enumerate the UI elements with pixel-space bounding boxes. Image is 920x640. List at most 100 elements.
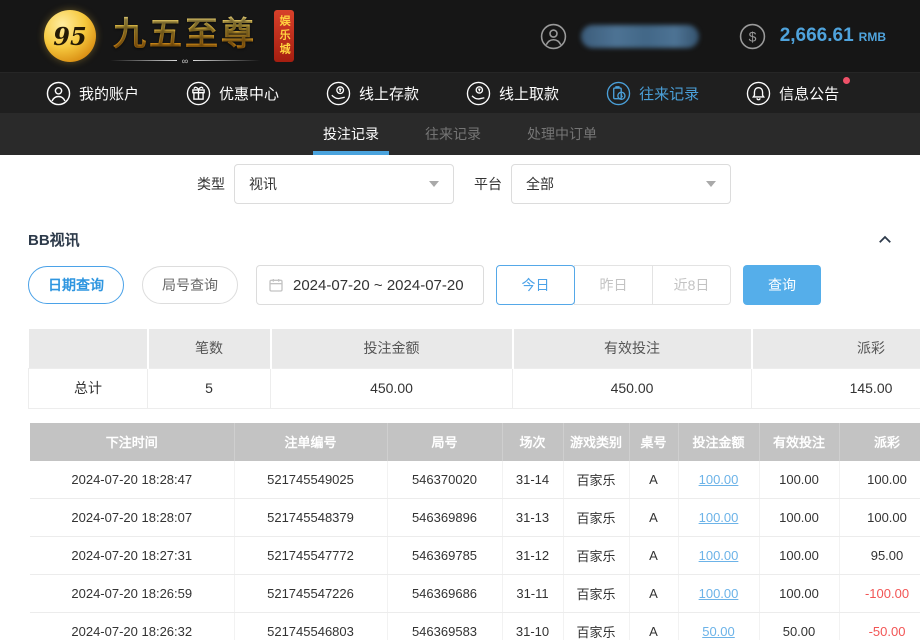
cell-session: 31-14	[502, 461, 563, 499]
chevron-down-icon	[706, 181, 716, 187]
cell-round_id: 546369686	[387, 575, 502, 613]
header-round-id: 局号	[387, 423, 502, 461]
cell-table: A	[629, 613, 678, 640]
nav-label: 往来记录	[639, 83, 699, 104]
nav-item-my-account[interactable]: 我的账户	[46, 81, 139, 106]
cell-valid: 100.00	[759, 499, 839, 537]
summary-header-bet-amount: 投注金额	[271, 329, 513, 368]
summary-header-row: 笔数 投注金额 有效投注 派彩	[29, 329, 920, 368]
balance-dollar-icon: $	[739, 23, 766, 50]
brand-block: 九五至尊 ∞	[105, 7, 265, 66]
nav-item-promotions[interactable]: 优惠中心	[186, 81, 279, 106]
deposit-icon	[326, 81, 351, 106]
balance-display[interactable]: 2,666.61 RMB	[780, 25, 886, 47]
cell-game: 百家乐	[563, 461, 629, 499]
records-icon	[606, 81, 631, 106]
header-bet-amount: 投注金额	[678, 423, 759, 461]
header-order-id: 注单编号	[234, 423, 387, 461]
nav-item-withdraw[interactable]: 线上取款	[466, 81, 559, 106]
header-payout: 派彩	[839, 423, 920, 461]
cell-valid: 100.00	[759, 461, 839, 499]
summary-header-count: 笔数	[148, 329, 271, 368]
cell-time: 2024-07-20 18:26:32	[30, 613, 234, 640]
bet-amount-link[interactable]: 100.00	[699, 472, 739, 487]
cell-session: 31-13	[502, 499, 563, 537]
tab-bet-records[interactable]: 投注记录	[320, 113, 382, 155]
cell-bet: 100.00	[678, 575, 759, 613]
cell-round_id: 546369896	[387, 499, 502, 537]
user-avatar-icon	[540, 23, 567, 50]
cell-round_id: 546369583	[387, 613, 502, 640]
platform-select[interactable]: 全部	[511, 164, 731, 204]
balance-currency: RMB	[859, 30, 886, 44]
balance-amount: 2,666.61	[780, 25, 854, 47]
header-session: 场次	[502, 423, 563, 461]
username-redacted[interactable]	[581, 25, 699, 48]
cell-time: 2024-07-20 18:28:07	[30, 499, 234, 537]
cell-round_id: 546369785	[387, 537, 502, 575]
tab-transaction-records[interactable]: 往来记录	[422, 113, 484, 155]
table-row: 2024-07-20 18:28:07521745548379546369896…	[30, 499, 920, 537]
cell-bet: 50.00	[678, 613, 759, 640]
cell-time: 2024-07-20 18:27:31	[30, 537, 234, 575]
bet-amount-link[interactable]: 100.00	[699, 548, 739, 563]
platform-select-value: 全部	[526, 174, 554, 194]
chevron-up-icon[interactable]	[876, 231, 894, 249]
cell-game: 百家乐	[563, 575, 629, 613]
cell-round_id: 546370020	[387, 461, 502, 499]
quick-yesterday-button[interactable]: 昨日	[574, 265, 653, 305]
summary-table: 笔数 投注金额 有效投注 派彩 总计 5 450.00 450.00 145.0…	[28, 329, 920, 409]
bet-amount-link[interactable]: 100.00	[699, 586, 739, 601]
query-bar: 日期查询 局号查询 2024-07-20 ~ 2024-07-20 今日 昨日 …	[28, 265, 920, 305]
flourish-ornament-icon: ∞	[105, 56, 265, 66]
notification-dot	[843, 77, 850, 84]
section-title: BB视讯	[28, 229, 80, 250]
quick-today-button[interactable]: 今日	[496, 265, 575, 305]
cell-payout: 100.00	[839, 461, 920, 499]
svg-text:$: $	[748, 28, 756, 44]
user-info-area: $ 2,666.61 RMB	[540, 23, 886, 50]
nav-item-transaction-records[interactable]: 往来记录	[606, 81, 699, 106]
tab-label: 往来记录	[425, 124, 481, 144]
cell-table: A	[629, 499, 678, 537]
header-bet-time: 下注时间	[30, 423, 234, 461]
header-valid-bet: 有效投注	[759, 423, 839, 461]
bet-amount-link[interactable]: 100.00	[699, 510, 739, 525]
cell-valid: 100.00	[759, 537, 839, 575]
filter-row: 类型 视讯 平台 全部	[197, 164, 920, 204]
platform-filter-group: 平台 全部	[474, 164, 731, 204]
cell-payout: 95.00	[839, 537, 920, 575]
top-banner: 95 九五至尊 ∞ 娱乐城 $ 2,666.61 RMB	[0, 0, 920, 72]
nav-item-announcements[interactable]: 信息公告	[746, 81, 839, 106]
table-row: 2024-07-20 18:26:59521745547226546369686…	[30, 575, 920, 613]
type-select-value: 视讯	[249, 174, 277, 194]
nav-label: 优惠中心	[219, 83, 279, 104]
summary-total-label: 总计	[29, 368, 148, 408]
summary-header-empty	[29, 329, 148, 368]
table-row: 2024-07-20 18:27:31521745547772546369785…	[30, 537, 920, 575]
search-button[interactable]: 查询	[743, 265, 821, 305]
type-filter-group: 类型 视讯	[197, 164, 454, 204]
cell-table: A	[629, 461, 678, 499]
cell-order_id: 521745547772	[234, 537, 387, 575]
bet-amount-link[interactable]: 50.00	[702, 624, 735, 639]
cell-bet: 100.00	[678, 461, 759, 499]
nav-item-deposit[interactable]: 线上存款	[326, 81, 419, 106]
summary-count: 5	[148, 368, 271, 408]
bell-icon	[746, 81, 771, 106]
site-logo[interactable]: 95 九五至尊 ∞ 娱乐城	[44, 7, 318, 66]
main-navbar: 我的账户 优惠中心 线上存款 线上取款	[0, 72, 920, 113]
type-select[interactable]: 视讯	[234, 164, 454, 204]
cell-session: 31-11	[502, 575, 563, 613]
type-filter-label: 类型	[197, 174, 225, 194]
round-query-button[interactable]: 局号查询	[142, 266, 238, 304]
cell-payout: -50.00	[839, 613, 920, 640]
bet-table-body: 2024-07-20 18:28:47521745549025546370020…	[30, 461, 920, 640]
tab-processing-orders[interactable]: 处理中订单	[524, 113, 600, 155]
table-row: 2024-07-20 18:28:47521745549025546370020…	[30, 461, 920, 499]
quick-last8days-button[interactable]: 近8日	[652, 265, 731, 305]
summary-payout: 145.00	[752, 368, 920, 408]
date-range-input[interactable]: 2024-07-20 ~ 2024-07-20	[256, 265, 484, 305]
date-query-button[interactable]: 日期查询	[28, 266, 124, 304]
cell-time: 2024-07-20 18:28:47	[30, 461, 234, 499]
